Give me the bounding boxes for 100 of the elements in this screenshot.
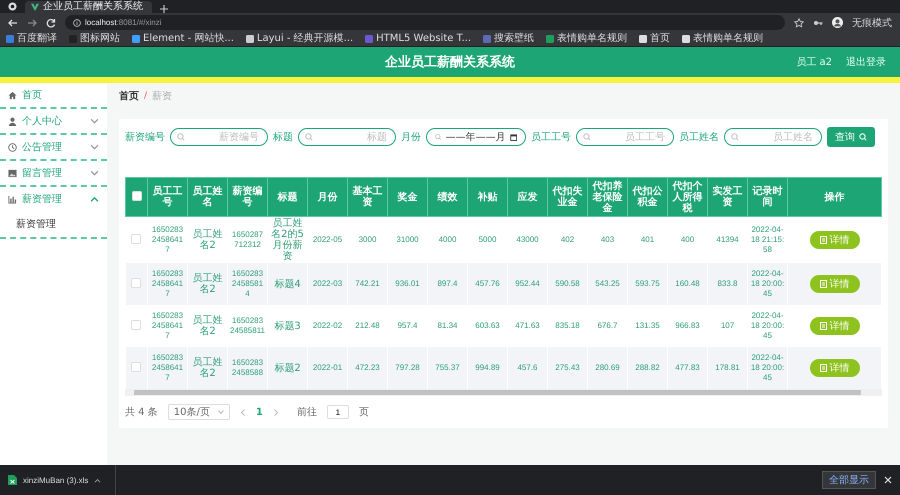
column-header: 基本工资	[348, 178, 388, 216]
goto-label: 前往	[296, 406, 317, 419]
column-header: 代扣公积金	[628, 178, 668, 216]
filter-label: 员工工号	[531, 131, 571, 144]
star-icon[interactable]	[794, 18, 804, 28]
search-field[interactable]: 薪资编号	[170, 128, 268, 146]
search-icon	[177, 133, 185, 141]
total-count: 共 4 条	[125, 406, 158, 419]
filter-label: 薪资编号	[125, 130, 165, 144]
forward-icon[interactable]	[27, 18, 37, 28]
table-cell: 833.8	[708, 263, 748, 305]
table-cell: 员工姓名2	[188, 347, 228, 389]
bookmark-item[interactable]: 表情购单名规则	[682, 34, 764, 44]
bookmark-item[interactable]: 首页	[639, 34, 670, 44]
show-all-button[interactable]: 全部显示	[822, 471, 876, 489]
table-cell: 2022-04-18 20:00:45	[748, 347, 788, 389]
column-header: 代扣养老保险金	[588, 178, 628, 216]
filter-label: 标题	[273, 130, 293, 144]
table-cell: 590.58	[548, 263, 588, 305]
table-cell: 员工姓名2	[188, 263, 228, 305]
table-cell: 543.25	[588, 263, 628, 305]
sidebar-subitem[interactable]: 薪资管理	[0, 211, 107, 237]
table-cell: 2022-01	[308, 347, 348, 389]
table-cell: 160.48	[668, 263, 708, 305]
row-checkbox[interactable]	[131, 234, 142, 244]
table-cell: 288.82	[628, 347, 668, 389]
column-header: 代扣个人所得税	[668, 178, 708, 216]
bookmark-item[interactable]: 搜索壁纸	[483, 34, 534, 44]
search-field[interactable]: 员工工号	[576, 128, 674, 146]
search-icon	[731, 133, 739, 141]
breadcrumb-item[interactable]: 首页	[119, 89, 139, 103]
search-icon	[305, 133, 313, 141]
page-suffix: 页	[358, 406, 369, 419]
filter-label: 月份	[401, 131, 421, 144]
info-icon	[73, 18, 81, 26]
spreadsheet-file-icon	[8, 475, 17, 485]
new-tab-icon[interactable]	[160, 5, 168, 13]
table-cell: 457.6	[508, 347, 548, 389]
avatar-icon[interactable]	[832, 17, 843, 28]
table-cell: 16502832458588	[228, 347, 268, 389]
column-header: 员工姓名	[188, 178, 228, 216]
user-label: 员工 a2	[796, 56, 832, 69]
row-checkbox[interactable]	[131, 320, 142, 330]
breadcrumb-item: 薪资	[152, 90, 172, 103]
table-cell: 165028324585814	[228, 263, 268, 305]
column-header: 奖金	[388, 178, 428, 216]
address-bar[interactable]: localhost:8081/#/xinzi	[65, 15, 785, 30]
document-icon	[820, 364, 826, 372]
table-cell: 994.89	[468, 347, 508, 389]
column-header: 操作	[788, 178, 882, 216]
table-cell: 标题2	[268, 347, 308, 389]
search-field[interactable]: 标题	[298, 128, 396, 146]
table-cell: 178.81	[708, 347, 748, 389]
column-header: 员工工号	[148, 178, 188, 216]
month-field[interactable]: ——年——月	[426, 128, 526, 146]
search-icon	[583, 133, 591, 141]
document-icon	[820, 236, 826, 244]
bookmark-item[interactable]: 图标网站	[69, 34, 120, 44]
bookmark-item[interactable]: 表情购单名规则	[546, 34, 628, 44]
document-icon	[820, 322, 826, 330]
clock-icon	[8, 142, 17, 152]
table-cell: 952.44	[508, 263, 548, 305]
filter-label: 员工姓名	[679, 131, 719, 144]
download-item[interactable]: xinziMuBan (3).xls	[8, 465, 116, 495]
table-cell: 742.21	[348, 263, 388, 305]
bookmark-item[interactable]: HTML5 Website T...	[365, 34, 472, 44]
page-size-select[interactable]: 10条/页	[168, 404, 230, 420]
bookmark-item[interactable]: 百度翻译	[6, 34, 57, 44]
table-cell: 477.83	[668, 347, 708, 389]
breadcrumb-separator: /	[144, 91, 148, 101]
column-header: 实发工资	[708, 178, 748, 216]
table-cell: 标题4	[268, 263, 308, 305]
bookmark-item[interactable]: Layui - 经典开源模...	[246, 34, 354, 44]
table-cell: 280.69	[588, 347, 628, 389]
table-cell: 936.01	[388, 263, 428, 305]
search-icon	[435, 133, 442, 141]
previous-page-icon[interactable]	[240, 408, 246, 416]
favicon-icon	[31, 3, 39, 11]
close-icon[interactable]	[884, 476, 892, 484]
chart-icon	[8, 194, 17, 204]
table-cell: 275.43	[548, 347, 588, 389]
search-field[interactable]: 员工姓名	[724, 128, 822, 146]
table-cell: 457.76	[468, 263, 508, 305]
bookmark-item[interactable]: Element - 网站快...	[132, 34, 234, 44]
horizontal-scrollbar[interactable]	[125, 389, 882, 396]
table-cell: 472.23	[348, 347, 388, 389]
row-checkbox[interactable]	[131, 278, 142, 288]
row-checkbox[interactable]	[131, 362, 142, 372]
table-cell: 2022-04-18 20:00:45	[748, 263, 788, 305]
table-cell: 755.37	[428, 347, 468, 389]
select-all-checkbox[interactable]	[132, 190, 142, 200]
profile-label: 无痕模式	[852, 16, 892, 30]
browser-tab[interactable]: 企业员工薪酬关系系统	[25, 1, 152, 13]
reload-icon[interactable]	[46, 18, 56, 28]
back-icon[interactable]	[8, 18, 18, 28]
column-header: 补贴	[468, 178, 508, 216]
user-icon	[8, 116, 17, 126]
column-header: 代扣失业金	[548, 178, 588, 216]
next-page-icon[interactable]	[272, 408, 279, 416]
page-input[interactable]: 1	[326, 405, 349, 419]
